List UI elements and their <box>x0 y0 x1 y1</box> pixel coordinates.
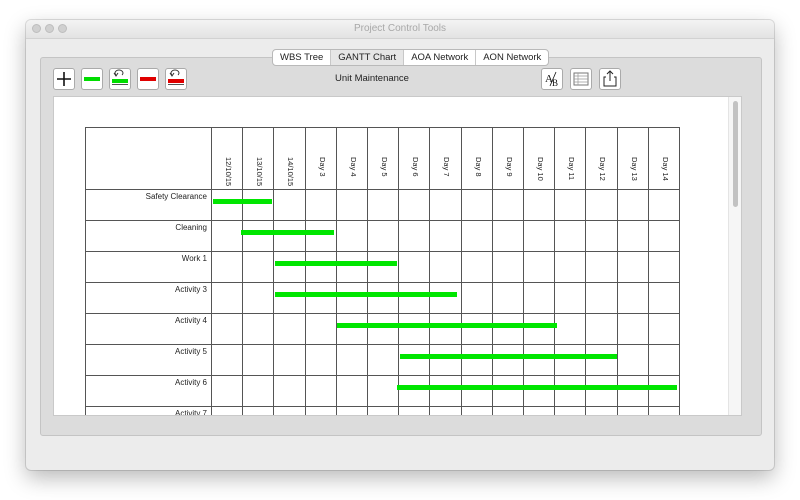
grid-horizontal-line <box>85 282 679 283</box>
red-bar-undo-icon <box>168 69 184 85</box>
gantt-column-header: 13/10/15 <box>255 157 265 187</box>
gantt-column-header: Day 9 <box>504 157 514 177</box>
grid-vertical-line <box>304 127 306 415</box>
table-view-button[interactable] <box>570 68 592 90</box>
gantt-column-header: Day 6 <box>411 157 421 177</box>
text-format-button[interactable]: A B <box>541 68 563 90</box>
grid-horizontal-line <box>85 220 679 221</box>
gantt-column-header: Day 7 <box>442 157 452 177</box>
gantt-row-label: Activity 7 <box>174 409 207 416</box>
gantt-row-label: Safety Clearance <box>145 192 207 201</box>
grid-vertical-line <box>429 127 431 415</box>
share-button[interactable] <box>599 68 621 90</box>
undo-add-bar-button[interactable] <box>109 68 131 90</box>
share-icon <box>603 70 617 87</box>
grid-horizontal-line <box>85 127 679 128</box>
grid-vertical-line <box>616 127 618 415</box>
gantt-row-label: Cleaning <box>175 223 207 232</box>
grid-horizontal-line <box>85 251 679 252</box>
grid-vertical-line <box>242 127 244 415</box>
add-activity-button[interactable] <box>53 68 75 90</box>
gantt-task-bar[interactable] <box>337 323 558 328</box>
tab-wbs-tree[interactable]: WBS Tree <box>273 50 332 65</box>
gantt-column-header: Day 13 <box>629 157 639 181</box>
gantt-column-header: Day 8 <box>473 157 483 177</box>
vertical-scrollbar[interactable] <box>728 97 741 415</box>
add-bar-button[interactable] <box>81 68 103 90</box>
gantt-scroll-area[interactable]: 12/10/15 13/10/15 14/10/15 Day 3 Day 4 Day 5 D… <box>53 96 742 416</box>
gantt-row-label: Activity 6 <box>174 378 207 387</box>
grid-horizontal-line <box>85 344 679 345</box>
green-bar-undo-icon <box>112 69 128 85</box>
text-format-icon: A B <box>545 71 558 88</box>
plus-icon <box>57 72 71 86</box>
window-title: Project Control Tools <box>353 23 447 34</box>
gantt-task-bar[interactable] <box>240 230 335 235</box>
gantt-task-bar[interactable] <box>212 199 272 204</box>
grid-vertical-line <box>398 127 400 415</box>
app-window: Project Control Tools WBS Tree GANTT Cha… <box>26 20 774 470</box>
grid-vertical-line <box>647 127 649 415</box>
grid-vertical-line <box>367 127 368 415</box>
grid-horizontal-line <box>85 406 679 407</box>
tab-aoa-network[interactable]: AOA Network <box>404 50 477 65</box>
gantt-task-bar[interactable] <box>399 354 617 359</box>
grid-vertical-line <box>679 127 680 415</box>
green-bar-icon <box>84 77 100 81</box>
gantt-task-bar[interactable] <box>274 261 397 266</box>
title-bar: Project Control Tools <box>26 20 774 39</box>
gantt-column-header: Day 4 <box>348 157 358 177</box>
grid-vertical-line <box>585 127 587 415</box>
gantt-column-header: Day 5 <box>380 157 389 177</box>
gantt-row-label: Activity 5 <box>174 347 207 356</box>
project-title: Unit Maintenance <box>335 73 409 84</box>
grid-vertical-line <box>85 127 86 415</box>
gantt-chart: 12/10/15 13/10/15 14/10/15 Day 3 Day 4 Day 5 D… <box>85 127 680 416</box>
table-icon <box>573 72 589 86</box>
grid-vertical-line <box>273 127 275 415</box>
grid-vertical-line <box>211 127 212 415</box>
grid-vertical-line <box>460 127 462 415</box>
grid-horizontal-line <box>85 375 679 376</box>
grid-horizontal-line <box>85 313 679 314</box>
gantt-column-header: Day 3 <box>317 157 327 177</box>
gantt-column-header: Day 11 <box>567 157 577 181</box>
gantt-column-header: Day 10 <box>536 157 545 181</box>
red-bar-icon <box>140 77 156 81</box>
undo-remove-bar-button[interactable] <box>165 68 187 90</box>
gantt-task-bar[interactable] <box>396 385 678 390</box>
gantt-row-label: Activity 3 <box>174 285 207 294</box>
gantt-task-bar[interactable] <box>274 292 458 297</box>
gantt-row-label: Work 1 <box>181 254 207 263</box>
grid-vertical-line <box>335 127 337 415</box>
gantt-column-header: 12/10/15 <box>224 157 233 187</box>
gantt-column-header: Day 12 <box>598 157 608 181</box>
grid-vertical-line <box>491 127 493 415</box>
tab-gantt-chart[interactable]: GANTT Chart <box>331 50 405 65</box>
gantt-column-header: 14/10/15 <box>286 157 296 187</box>
scrollbar-thumb[interactable] <box>733 101 738 207</box>
tab-aon-network[interactable]: AON Network <box>476 50 548 65</box>
gantt-row-label: Activity 4 <box>174 316 207 325</box>
view-tabs: WBS Tree GANTT Chart AOA Network AON Net… <box>272 49 550 66</box>
grid-vertical-line <box>554 127 556 415</box>
grid-vertical-line <box>523 127 524 415</box>
gantt-column-header: Day 14 <box>660 157 670 181</box>
remove-bar-button[interactable] <box>137 68 159 90</box>
